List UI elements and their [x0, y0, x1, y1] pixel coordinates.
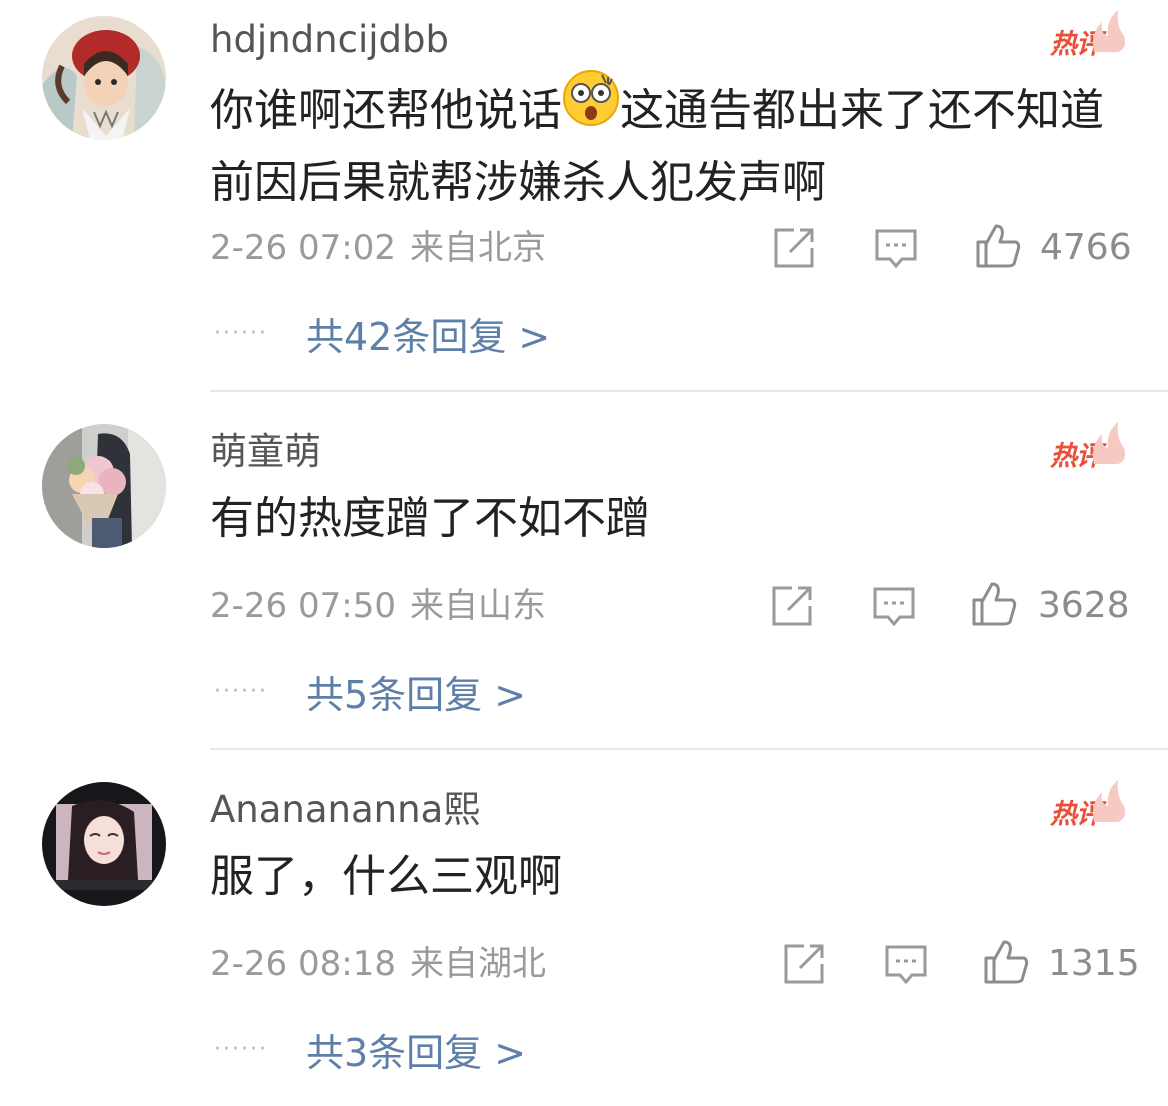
comment-icon[interactable]	[872, 586, 916, 632]
thumbs-up-icon[interactable]	[974, 222, 1022, 274]
avatar[interactable]	[42, 424, 166, 548]
like-count: 1315	[1048, 943, 1140, 984]
comment-item: hdjndncijdbb 热评 你谁啊还帮他说话 这通告都出来了还不知道前因后果就…	[0, 0, 1168, 392]
hot-comment-badge: 热评	[1048, 780, 1128, 832]
replies-count-label[interactable]: 共42条回复 >	[306, 306, 550, 361]
comment-text-part: 你谁啊还帮他说话	[210, 85, 562, 136]
username[interactable]: Ananananna熙	[210, 788, 480, 832]
thumbs-up-icon[interactable]	[970, 580, 1018, 632]
comment-time: 2-26 08:18	[210, 944, 396, 984]
replies-count-label[interactable]: 共5条回复 >	[306, 664, 526, 719]
username[interactable]: 萌童萌	[210, 430, 321, 474]
username[interactable]: hdjndncijdbb	[210, 18, 449, 62]
comment-location: 来自北京	[409, 228, 546, 268]
view-replies-link[interactable]: ······ 共3条回复 >	[214, 1022, 526, 1077]
like-count: 3628	[1038, 585, 1130, 626]
comment-meta: 2-26 07:02 来自北京	[210, 228, 546, 268]
comment-time: 2-26 07:50	[210, 586, 396, 626]
comment-location: 来自湖北	[409, 944, 546, 984]
comment-text: 你谁啊还帮他说话 这通告都出来了还不知道前因后果就帮涉嫌杀人犯发声啊	[210, 69, 1120, 218]
avatar[interactable]	[42, 16, 166, 140]
comment-text: 有的热度蹭了不如不蹭	[210, 493, 650, 544]
thumbs-up-icon[interactable]	[982, 938, 1030, 990]
replies-count-label[interactable]: 共3条回复 >	[306, 1022, 526, 1077]
astonished-face-icon	[562, 69, 620, 148]
ellipsis-icon: ······	[214, 1036, 268, 1062]
avatar[interactable]	[42, 782, 166, 906]
ellipsis-icon: ······	[214, 678, 268, 704]
comment-item: 萌童萌 热评 有的热度蹭了不如不蹭 2-26 07:50 来自山东 3628 ··…	[0, 392, 1168, 750]
share-icon[interactable]	[772, 226, 816, 274]
like-count: 4766	[1040, 227, 1132, 268]
view-replies-link[interactable]: ······ 共5条回复 >	[214, 664, 526, 719]
hot-comment-badge: 热评	[1048, 422, 1128, 474]
flame-icon	[1093, 780, 1126, 822]
comment-item: Ananananna熙 热评 服了，什么三观啊 2-26 08:18 来自湖北 1…	[0, 750, 1168, 1106]
flame-icon	[1093, 422, 1126, 464]
comment-icon[interactable]	[884, 944, 928, 990]
comment-time: 2-26 07:02	[210, 228, 396, 268]
comment-text: 服了，什么三观啊	[210, 851, 562, 902]
comment-meta: 2-26 08:18 来自湖北	[210, 944, 546, 984]
comment-icon[interactable]	[874, 228, 918, 274]
ellipsis-icon: ······	[214, 320, 268, 346]
share-icon[interactable]	[782, 942, 826, 990]
share-icon[interactable]	[770, 584, 814, 632]
flame-icon	[1093, 10, 1126, 52]
view-replies-link[interactable]: ······ 共42条回复 >	[214, 306, 550, 361]
comment-meta: 2-26 07:50 来自山东	[210, 586, 546, 626]
hot-comment-badge: 热评	[1048, 10, 1128, 62]
comment-location: 来自山东	[409, 586, 546, 626]
